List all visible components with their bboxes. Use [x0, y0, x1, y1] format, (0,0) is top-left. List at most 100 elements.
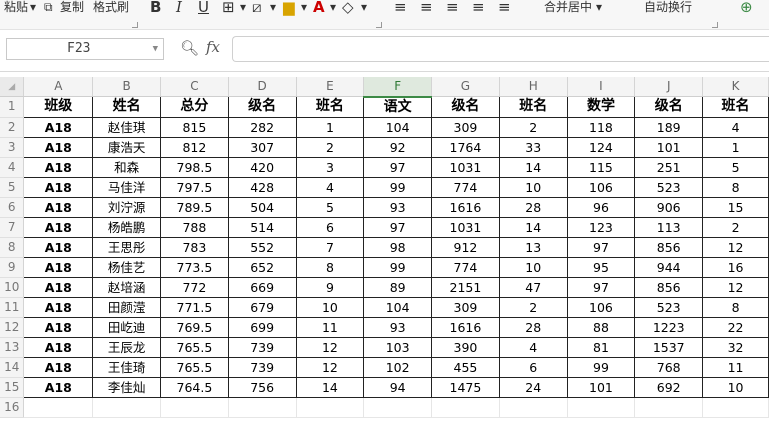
table-cell[interactable]: 28: [498, 196, 568, 218]
bold-button[interactable]: B: [150, 0, 161, 15]
border-icon[interactable]: ⊞: [222, 0, 235, 15]
format-painter-button[interactable]: 格式刷: [93, 0, 129, 14]
table-cell[interactable]: 马佳洋: [92, 176, 161, 198]
table-cell[interactable]: 94: [363, 376, 433, 398]
row-header[interactable]: 3: [0, 137, 25, 158]
table-cell[interactable]: 99: [363, 176, 433, 198]
table-cell[interactable]: 13: [498, 236, 568, 258]
table-cell[interactable]: 王佳琦: [92, 356, 161, 378]
column-header-i[interactable]: I: [567, 77, 636, 97]
table-cell[interactable]: A18: [23, 136, 94, 158]
table-cell[interactable]: 104: [363, 296, 433, 318]
table-cell[interactable]: 765.5: [160, 356, 229, 378]
merge-dropdown-icon[interactable]: ▾: [596, 0, 602, 14]
table-cell[interactable]: 李佳灿: [92, 376, 161, 398]
name-box-dropdown-icon[interactable]: ▼: [153, 39, 158, 59]
table-cell[interactable]: 282: [227, 116, 297, 138]
empty-cell[interactable]: [296, 397, 365, 418]
row-header[interactable]: 14: [0, 357, 25, 378]
paste-dropdown-icon[interactable]: ▾: [30, 0, 36, 14]
table-cell[interactable]: 4: [295, 176, 365, 198]
table-cell[interactable]: 1031: [431, 156, 500, 178]
table-cell[interactable]: 788: [160, 216, 229, 238]
table-cell[interactable]: 6: [295, 216, 365, 238]
empty-cell[interactable]: [23, 397, 94, 418]
table-cell[interactable]: 4: [702, 116, 769, 138]
table-cell[interactable]: 赵佳琪: [92, 116, 161, 138]
table-cell[interactable]: A18: [23, 156, 94, 178]
table-cell[interactable]: 2: [498, 116, 568, 138]
table-cell[interactable]: 390: [431, 336, 500, 358]
row-header[interactable]: 2: [0, 117, 25, 138]
table-cell[interactable]: 98: [363, 236, 433, 258]
table-cell[interactable]: 307: [227, 136, 297, 158]
table-cell[interactable]: 王思彤: [92, 236, 161, 258]
empty-cell[interactable]: [363, 397, 433, 418]
table-cell[interactable]: 1223: [634, 316, 704, 338]
table-cell[interactable]: A18: [23, 356, 94, 378]
table-cell[interactable]: 田颜滢: [92, 296, 161, 318]
table-cell[interactable]: 12: [702, 276, 769, 298]
header-cell[interactable]: 班级: [23, 96, 94, 118]
table-cell[interactable]: 10: [702, 376, 769, 398]
header-cell[interactable]: 班名: [498, 96, 568, 118]
header-cell[interactable]: 姓名: [92, 96, 161, 118]
table-cell[interactable]: 95: [566, 256, 636, 278]
table-cell[interactable]: 1: [702, 136, 769, 158]
table-cell[interactable]: 89: [363, 276, 433, 298]
table-cell[interactable]: 652: [227, 256, 297, 278]
copy-button[interactable]: 复制: [60, 0, 84, 14]
clipboard-group-launcher-icon[interactable]: [132, 22, 138, 28]
table-cell[interactable]: 1764: [431, 136, 500, 158]
table-cell[interactable]: 552: [227, 236, 297, 258]
column-header-j[interactable]: J: [634, 77, 704, 97]
empty-cell[interactable]: [160, 397, 229, 418]
table-cell[interactable]: 22: [702, 316, 769, 338]
table-cell[interactable]: 772: [160, 276, 229, 298]
table-cell[interactable]: A18: [23, 296, 94, 318]
highlight-dropdown-icon[interactable]: ▾: [301, 0, 307, 14]
table-cell[interactable]: A18: [23, 236, 94, 258]
empty-cell[interactable]: [92, 397, 161, 418]
table-cell[interactable]: 251: [634, 156, 704, 178]
table-cell[interactable]: 24: [498, 376, 568, 398]
table-cell[interactable]: 和森: [92, 156, 161, 178]
table-cell[interactable]: 6: [498, 356, 568, 378]
border-dropdown-icon[interactable]: ▾: [240, 0, 246, 14]
header-cell[interactable]: 数学: [566, 96, 636, 118]
table-cell[interactable]: 189: [634, 116, 704, 138]
table-cell[interactable]: 769.5: [160, 316, 229, 338]
table-cell[interactable]: A18: [23, 256, 94, 278]
table-cell[interactable]: 14: [295, 376, 365, 398]
table-cell[interactable]: 699: [227, 316, 297, 338]
column-header-g[interactable]: G: [431, 77, 500, 97]
header-cell[interactable]: 级名: [634, 96, 704, 118]
table-cell[interactable]: 856: [634, 236, 704, 258]
select-all-corner[interactable]: ◢: [0, 77, 25, 97]
table-cell[interactable]: A18: [23, 276, 94, 298]
formula-input[interactable]: [232, 36, 769, 62]
table-cell[interactable]: 103: [363, 336, 433, 358]
table-cell[interactable]: 912: [431, 236, 500, 258]
column-header-e[interactable]: E: [296, 77, 365, 97]
merge-center-button[interactable]: 合并居中: [544, 0, 592, 14]
table-cell[interactable]: 9: [295, 276, 365, 298]
table-cell[interactable]: 101: [566, 376, 636, 398]
table-cell[interactable]: 5: [702, 156, 769, 178]
table-cell[interactable]: 田屹迪: [92, 316, 161, 338]
fill-style-icon[interactable]: ⧄: [252, 0, 262, 15]
table-cell[interactable]: 32: [702, 336, 769, 358]
table-cell[interactable]: 10: [498, 176, 568, 198]
table-cell[interactable]: 97: [566, 276, 636, 298]
table-cell[interactable]: 47: [498, 276, 568, 298]
table-cell[interactable]: 669: [227, 276, 297, 298]
table-cell[interactable]: 3: [295, 156, 365, 178]
zoom-icon[interactable]: 🔍︎: [180, 39, 199, 57]
empty-cell[interactable]: [431, 397, 500, 418]
table-cell[interactable]: 12: [295, 356, 365, 378]
table-cell[interactable]: 798.5: [160, 156, 229, 178]
row-header[interactable]: 5: [0, 177, 25, 198]
row-header[interactable]: 15: [0, 377, 25, 398]
table-cell[interactable]: 309: [431, 116, 500, 138]
table-cell[interactable]: 8: [702, 296, 769, 318]
